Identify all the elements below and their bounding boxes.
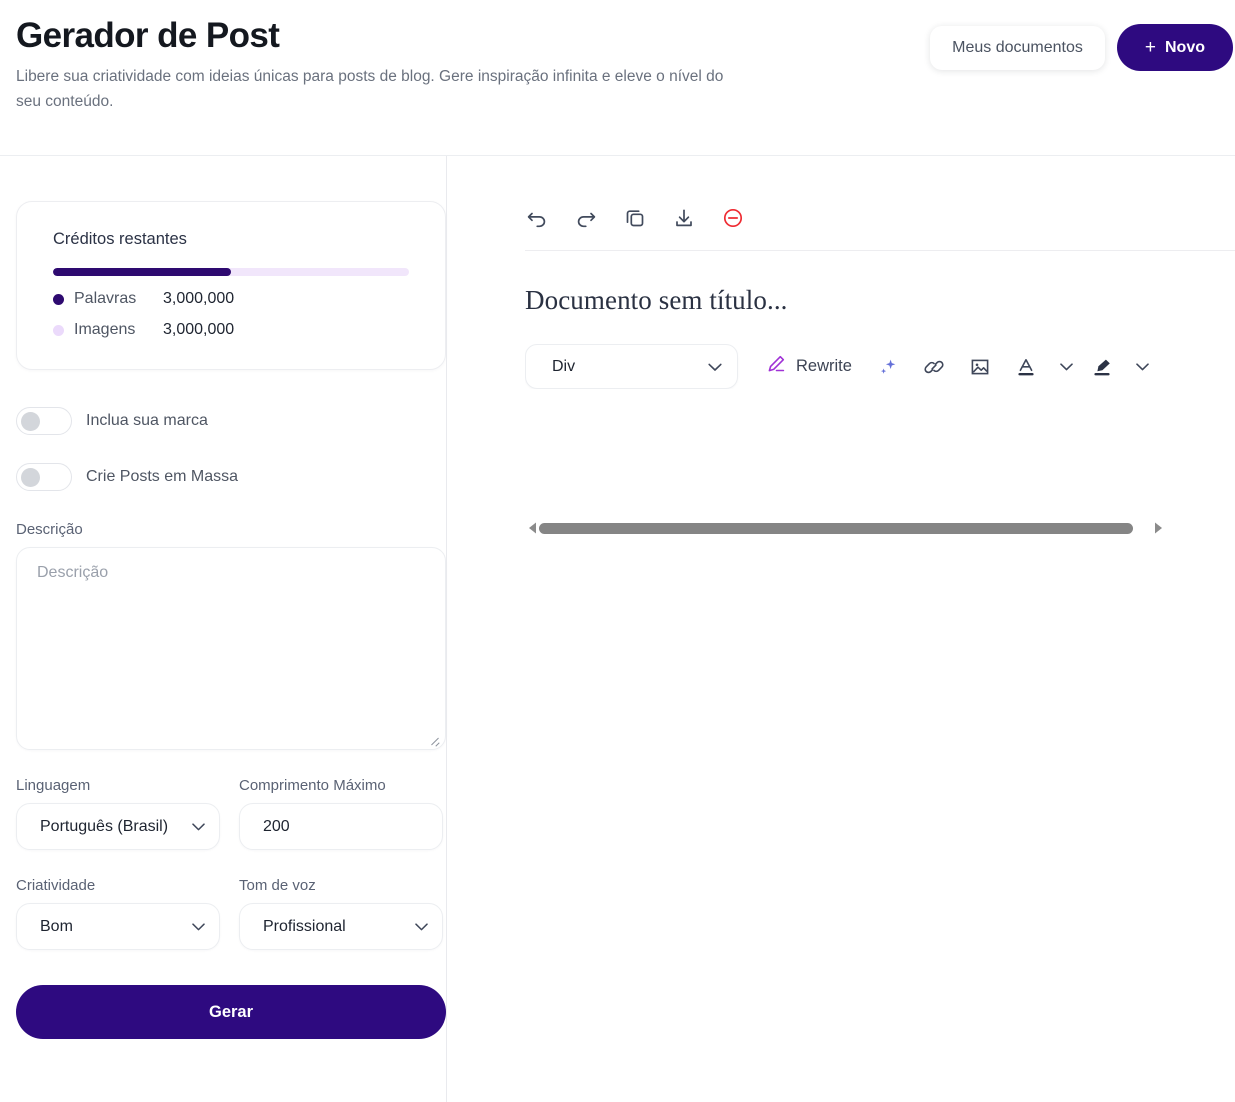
description-placeholder: Descrição [37,564,109,581]
images-value: 3,000,000 [163,321,235,338]
credits-progress-fill [53,268,231,276]
credits-card: Créditos restantes Palavras 3,000,000 Im… [16,201,446,370]
description-textarea[interactable]: Descrição [16,547,446,750]
credits-row-images: Imagens 3,000,000 [53,321,409,339]
new-document-button[interactable]: + Novo [1116,24,1233,71]
my-documents-button[interactable]: Meus documentos [930,25,1105,70]
download-icon[interactable] [672,206,696,230]
document-title[interactable]: Documento sem título... [525,251,1235,316]
scrollbar-thumb[interactable] [539,522,1133,534]
copy-icon[interactable] [623,206,647,230]
chevron-down-icon [415,922,428,931]
tone-label: Tom de voz [239,877,316,894]
form-panel: Créditos restantes Palavras 3,000,000 Im… [0,156,446,1102]
clear-icon[interactable] [721,206,745,230]
text-color-icon[interactable] [1014,355,1038,379]
resize-handle-icon[interactable] [429,734,440,745]
chevron-down-icon [192,922,205,931]
scroll-right-arrow-icon[interactable] [1151,518,1165,538]
chevron-down-icon[interactable] [1136,355,1150,379]
language-label: Linguagem [16,777,91,794]
pencil-icon [765,353,787,380]
link-icon[interactable] [922,355,946,379]
chevron-down-icon [192,822,205,831]
credits-row-words: Palavras 3,000,000 [53,290,409,308]
redo-icon[interactable] [574,206,598,230]
creativity-value: Bom [40,917,73,935]
chevron-down-icon[interactable] [1060,355,1074,379]
include-brand-toggle[interactable] [16,407,72,435]
bulk-posts-label: Crie Posts em Massa [86,468,239,485]
creativity-label: Criatividade [16,877,96,894]
tone-value: Profissional [263,917,346,935]
generate-button[interactable]: Gerar [16,985,446,1039]
highlighter-icon[interactable] [1090,355,1114,379]
max-length-input[interactable]: 200 [239,803,443,850]
block-type-select[interactable]: Div [525,344,738,389]
toolbar-scrollbar[interactable] [525,518,1165,538]
image-icon[interactable] [968,355,992,379]
page-header: Gerador de Post Libere sua criatividade … [0,0,1235,156]
page-body: Créditos restantes Palavras 3,000,000 Im… [0,156,1235,1102]
description-label: Descrição [16,521,83,538]
language-select[interactable]: Português (Brasil) [16,803,220,850]
row-creativity-tone: Criatividade Bom Tom de voz Profissional [16,877,446,950]
max-length-label: Comprimento Máximo [239,777,386,794]
words-label: Palavras [74,290,137,307]
max-length-field: Comprimento Máximo 200 [239,777,443,850]
tone-select[interactable]: Profissional [239,903,443,950]
chevron-down-icon [708,363,722,371]
plus-icon: + [1144,37,1156,58]
description-field: Descrição Descrição [16,521,446,750]
undo-icon[interactable] [525,206,549,230]
sparkles-icon[interactable] [876,355,900,379]
language-value: Português (Brasil) [40,817,169,835]
rich-text-toolbar: Div Rewrite [525,344,1165,389]
words-dot-icon [53,293,64,305]
creativity-field: Criatividade Bom [16,877,220,950]
language-field: Linguagem Português (Brasil) [16,777,220,850]
toggle-knob [21,412,40,431]
credits-progress-bar [53,268,409,276]
row-language-length: Linguagem Português (Brasil) Comprimento… [16,777,446,850]
bulk-posts-toggle[interactable] [16,463,72,491]
page-subtitle: Libere sua criatividade com ideias única… [16,67,724,110]
header-actions: Meus documentos + Novo [930,24,1233,71]
tone-field: Tom de voz Profissional [239,877,443,950]
scroll-left-arrow-icon[interactable] [525,518,539,538]
block-type-value: Div [552,357,576,375]
images-label: Imagens [74,321,136,338]
new-document-label: Novo [1165,38,1205,56]
rewrite-button[interactable]: Rewrite [765,353,852,380]
rewrite-label: Rewrite [796,357,852,375]
creativity-select[interactable]: Bom [16,903,220,950]
scrollbar-track[interactable] [539,518,1151,538]
editor-panel: Documento sem título... Div Rewrite [446,156,1235,1102]
editor-top-toolbar [525,206,1235,250]
credits-title: Créditos restantes [53,230,187,248]
toggle-knob [21,468,40,487]
include-brand-label: Inclua sua marca [86,412,208,429]
format-tools [876,355,1165,379]
toggle-row-bulk: Crie Posts em Massa [16,463,446,491]
images-dot-icon [53,324,64,336]
max-length-value: 200 [263,817,290,835]
toggle-row-brand: Inclua sua marca [16,407,446,435]
words-value: 3,000,000 [163,290,235,307]
